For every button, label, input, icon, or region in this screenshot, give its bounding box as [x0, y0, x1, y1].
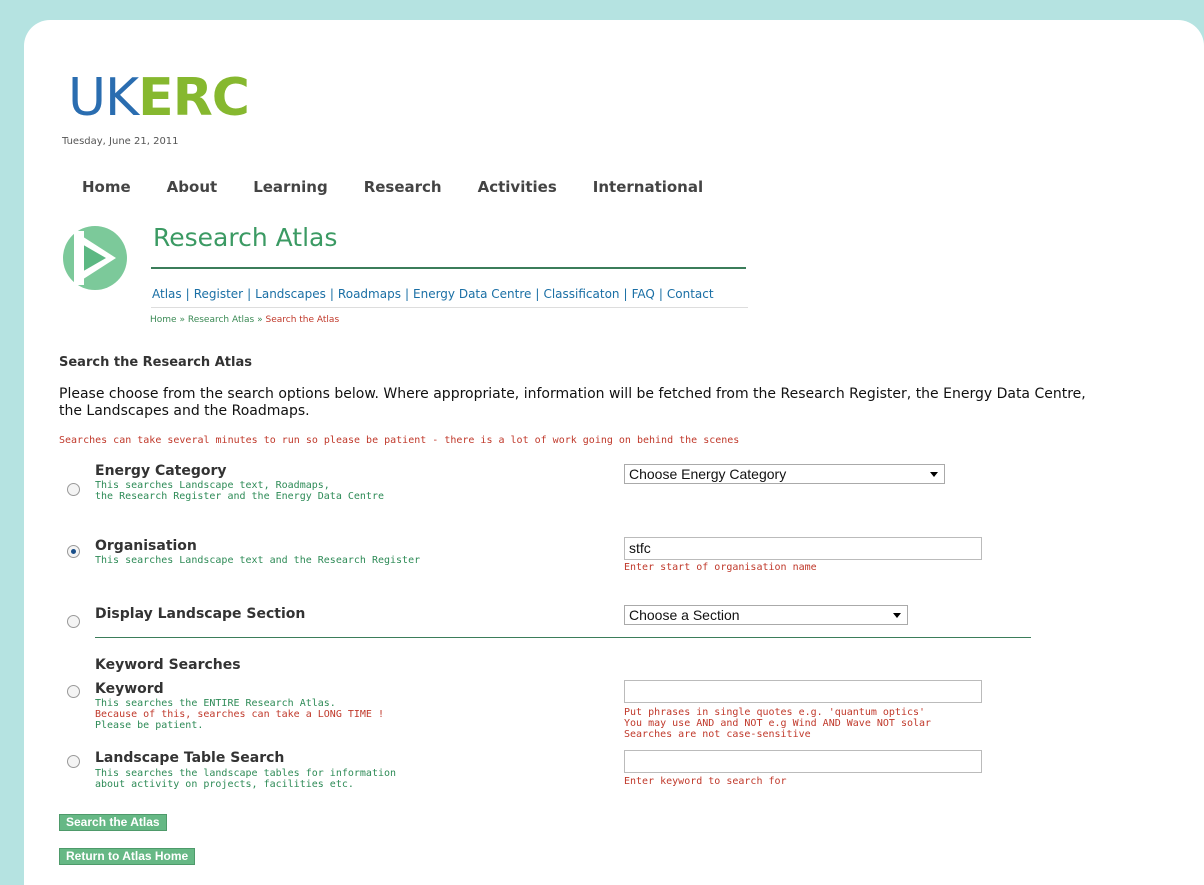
keyword-desc: This searches the ENTIRE Research Atlas.…	[95, 698, 384, 731]
landscape-table-desc: This searches the landscape tables for i…	[95, 768, 397, 790]
nav-about[interactable]: About	[167, 178, 218, 196]
keyword-label: Keyword	[95, 681, 164, 697]
energy-category-desc: This searches Landscape text, Roadmaps, …	[95, 480, 384, 502]
landscape-section-label: Display Landscape Section	[95, 606, 306, 622]
nav-research[interactable]: Research	[364, 178, 442, 196]
research-atlas-logo-icon	[63, 226, 127, 290]
ukerc-logo[interactable]: UKERC	[68, 72, 250, 124]
logo-uk: UK	[68, 68, 139, 128]
landscape-table-label: Landscape Table Search	[95, 750, 285, 766]
radio-landscape-table[interactable]	[67, 755, 80, 768]
keyword-hint: Put phrases in single quotes e.g. 'quant…	[624, 707, 932, 740]
chevron-down-icon	[930, 472, 938, 477]
organisation-hint: Enter start of organisation name	[624, 562, 817, 573]
landscape-table-input[interactable]	[624, 750, 982, 773]
subnav-roadmaps[interactable]: Roadmaps	[338, 287, 401, 301]
subnav-contact[interactable]: Contact	[667, 287, 714, 301]
main-nav: Home About Learning Research Activities …	[82, 178, 739, 196]
atlas-subnav: Atlas | Register | Landscapes | Roadmaps | Energ…	[152, 287, 714, 301]
section-divider	[95, 637, 1031, 638]
breadcrumb-home[interactable]: Home	[150, 315, 177, 325]
organisation-input[interactable]: stfc	[624, 537, 982, 560]
subnav-landscapes[interactable]: Landscapes	[255, 287, 326, 301]
search-atlas-button[interactable]: Search the Atlas	[59, 814, 167, 831]
breadcrumb-current: Search the Atlas	[265, 315, 340, 325]
organisation-label: Organisation	[95, 538, 197, 554]
title-divider	[151, 267, 746, 269]
return-atlas-home-button[interactable]: Return to Atlas Home	[59, 848, 196, 865]
landscape-section-select[interactable]: Choose a Section	[624, 605, 908, 625]
current-date: Tuesday, June 21, 2011	[62, 136, 179, 147]
subnav-energy-data-centre[interactable]: Energy Data Centre	[413, 287, 531, 301]
energy-category-select[interactable]: Choose Energy Category	[624, 464, 945, 484]
nav-activities[interactable]: Activities	[478, 178, 557, 196]
nav-learning[interactable]: Learning	[253, 178, 328, 196]
subnav-classification[interactable]: Classificaton	[543, 287, 619, 301]
subnav-atlas[interactable]: Atlas	[152, 287, 182, 301]
logo-erc: ERC	[138, 68, 250, 128]
organisation-desc: This searches Landscape text and the Res…	[95, 555, 421, 566]
nav-home[interactable]: Home	[82, 178, 131, 196]
radio-landscape-section[interactable]	[67, 615, 80, 628]
energy-category-label: Energy Category	[95, 463, 227, 479]
radio-organisation[interactable]	[67, 545, 80, 558]
breadcrumb-research-atlas[interactable]: Research Atlas	[188, 315, 254, 325]
landscape-table-hint: Enter keyword to search for	[624, 776, 787, 787]
intro-text: Please choose from the search options be…	[59, 386, 1086, 419]
page-title: Search the Research Atlas	[59, 355, 252, 370]
breadcrumb: Home » Research Atlas » Search the Atlas	[150, 315, 340, 325]
research-atlas-title: Research Atlas	[153, 223, 338, 252]
subnav-register[interactable]: Register	[194, 287, 243, 301]
chevron-down-icon	[893, 613, 901, 618]
search-warning: Searches can take several minutes to run…	[59, 435, 740, 446]
keyword-searches-heading: Keyword Searches	[95, 657, 241, 673]
subnav-faq[interactable]: FAQ	[632, 287, 655, 301]
keyword-input[interactable]	[624, 680, 982, 703]
subnav-divider	[151, 307, 748, 308]
radio-keyword[interactable]	[67, 685, 80, 698]
radio-energy-category[interactable]	[67, 483, 80, 496]
page-container: UKERC Tuesday, June 21, 2011 Home About …	[24, 20, 1204, 885]
nav-international[interactable]: International	[593, 178, 703, 196]
